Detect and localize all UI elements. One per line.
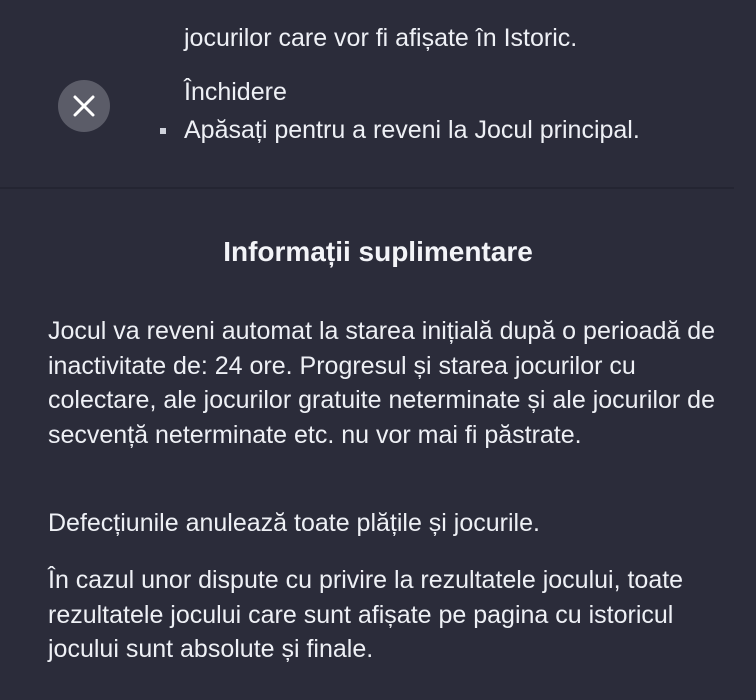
close-item-description: Apăsați pentru a reveni la Jocul princip… xyxy=(184,116,640,144)
game-rules-panel: jocurilor care vor fi afișate în Istoric… xyxy=(0,0,756,700)
close-item-title: Închidere xyxy=(184,78,287,106)
info-paragraph-inactivity: Jocul va reveni automat la starea iniția… xyxy=(48,317,716,449)
history-description-line: jocurilor care vor fi afișate în Istoric… xyxy=(184,24,578,52)
close-item-description-row: Apăsați pentru a reveni la Jocul princip… xyxy=(160,114,640,146)
info-paragraph-disputes: În cazul unor dispute cu privire la rezu… xyxy=(48,566,684,663)
close-button[interactable] xyxy=(58,80,110,132)
section-title: Informații suplimentare xyxy=(223,236,533,267)
bullet-icon xyxy=(160,128,166,134)
info-paragraph-malfunction: Defecțiunile anulează toate plățile și j… xyxy=(48,509,540,537)
section-divider xyxy=(0,187,734,189)
close-icon xyxy=(73,95,95,117)
